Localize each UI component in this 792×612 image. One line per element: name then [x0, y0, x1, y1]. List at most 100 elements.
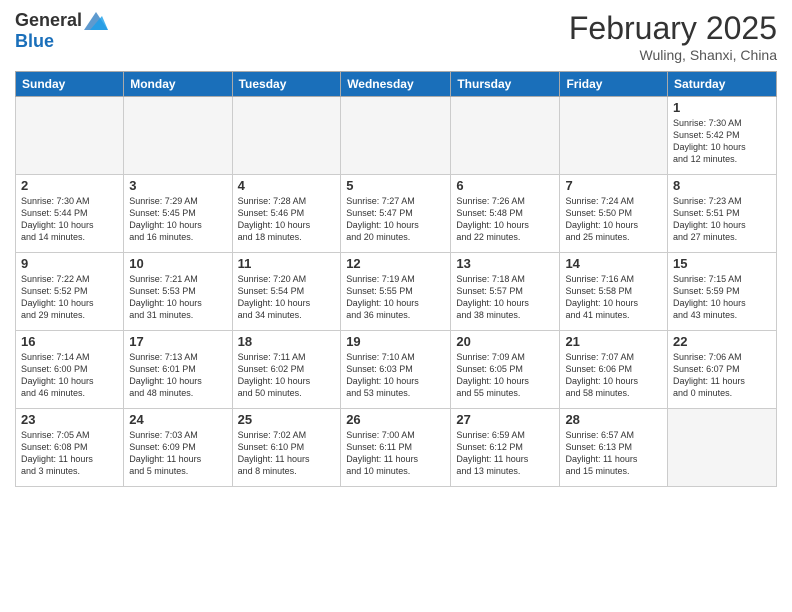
day-number: 14	[565, 256, 662, 271]
calendar-day	[451, 97, 560, 175]
calendar-day: 5 Sunrise: 7:27 AM Sunset: 5:47 PM Daylig…	[341, 175, 451, 253]
day-info: Sunrise: 7:11 AM Sunset: 6:02 PM Dayligh…	[238, 351, 336, 400]
logo-general-text: General	[15, 10, 82, 31]
day-number: 11	[238, 256, 336, 271]
calendar-day: 26Sunrise: 7:00 AM Sunset: 6:11 PM Dayli…	[341, 409, 451, 487]
day-info: Sunrise: 7:05 AM Sunset: 6:08 PM Dayligh…	[21, 429, 118, 478]
day-info: Sunrise: 7:29 AM Sunset: 5:45 PM Dayligh…	[129, 195, 226, 244]
day-info: Sunrise: 7:23 AM Sunset: 5:51 PM Dayligh…	[673, 195, 771, 244]
day-number: 19	[346, 334, 445, 349]
calendar-day	[560, 97, 668, 175]
day-info: Sunrise: 7:06 AM Sunset: 6:07 PM Dayligh…	[673, 351, 771, 400]
calendar-day: 25 Sunrise: 7:02 AM Sunset: 6:10 PM Dayli…	[232, 409, 341, 487]
day-number: 27	[456, 412, 554, 427]
day-number: 9	[21, 256, 118, 271]
day-info: Sunrise: 7:14 AM Sunset: 6:00 PM Dayligh…	[21, 351, 118, 400]
col-friday: Friday	[560, 72, 668, 97]
month-title: February 2025	[569, 10, 777, 47]
day-info: Sunrise: 7:03 AM Sunset: 6:09 PM Dayligh…	[129, 429, 226, 478]
calendar-day: 15 Sunrise: 7:15 AM Sunset: 5:59 PM Dayli…	[668, 253, 777, 331]
day-info: Sunrise: 7:24 AM Sunset: 5:50 PM Dayligh…	[565, 195, 662, 244]
calendar-day: 18 Sunrise: 7:11 AM Sunset: 6:02 PM Dayli…	[232, 331, 341, 409]
col-monday: Monday	[124, 72, 232, 97]
calendar-week-row: 9 Sunrise: 7:22 AM Sunset: 5:52 PM Daylig…	[16, 253, 777, 331]
day-info: Sunrise: 7:21 AM Sunset: 5:53 PM Dayligh…	[129, 273, 226, 322]
calendar-day: 21Sunrise: 7:07 AM Sunset: 6:06 PM Dayli…	[560, 331, 668, 409]
day-number: 15	[673, 256, 771, 271]
day-info: Sunrise: 6:59 AM Sunset: 6:12 PM Dayligh…	[456, 429, 554, 478]
calendar-week-row: 16 Sunrise: 7:14 AM Sunset: 6:00 PM Dayli…	[16, 331, 777, 409]
day-number: 18	[238, 334, 336, 349]
calendar-day	[232, 97, 341, 175]
day-number: 7	[565, 178, 662, 193]
col-saturday: Saturday	[668, 72, 777, 97]
day-number: 12	[346, 256, 445, 271]
logo-icon	[84, 12, 108, 30]
day-info: Sunrise: 7:07 AM Sunset: 6:06 PM Dayligh…	[565, 351, 662, 400]
day-info: Sunrise: 7:30 AM Sunset: 5:44 PM Dayligh…	[21, 195, 118, 244]
day-number: 3	[129, 178, 226, 193]
logo-blue-text: Blue	[15, 31, 54, 51]
col-thursday: Thursday	[451, 72, 560, 97]
day-number: 23	[21, 412, 118, 427]
day-info: Sunrise: 7:09 AM Sunset: 6:05 PM Dayligh…	[456, 351, 554, 400]
calendar-day: 12 Sunrise: 7:19 AM Sunset: 5:55 PM Dayli…	[341, 253, 451, 331]
day-info: Sunrise: 7:15 AM Sunset: 5:59 PM Dayligh…	[673, 273, 771, 322]
day-number: 5	[346, 178, 445, 193]
calendar-day: 22Sunrise: 7:06 AM Sunset: 6:07 PM Dayli…	[668, 331, 777, 409]
day-info: Sunrise: 7:28 AM Sunset: 5:46 PM Dayligh…	[238, 195, 336, 244]
calendar-day	[341, 97, 451, 175]
location-subtitle: Wuling, Shanxi, China	[569, 47, 777, 63]
calendar-day: 11 Sunrise: 7:20 AM Sunset: 5:54 PM Dayli…	[232, 253, 341, 331]
calendar-day: 13Sunrise: 7:18 AM Sunset: 5:57 PM Dayli…	[451, 253, 560, 331]
calendar-day: 6 Sunrise: 7:26 AM Sunset: 5:48 PM Daylig…	[451, 175, 560, 253]
calendar-day: 28 Sunrise: 6:57 AM Sunset: 6:13 PM Dayli…	[560, 409, 668, 487]
title-block: February 2025 Wuling, Shanxi, China	[569, 10, 777, 63]
day-info: Sunrise: 7:19 AM Sunset: 5:55 PM Dayligh…	[346, 273, 445, 322]
calendar-day: 16 Sunrise: 7:14 AM Sunset: 6:00 PM Dayli…	[16, 331, 124, 409]
day-info: Sunrise: 7:22 AM Sunset: 5:52 PM Dayligh…	[21, 273, 118, 322]
page-header: General Blue February 2025 Wuling, Shanx…	[15, 10, 777, 63]
day-info: Sunrise: 7:02 AM Sunset: 6:10 PM Dayligh…	[238, 429, 336, 478]
calendar-day	[668, 409, 777, 487]
day-number: 24	[129, 412, 226, 427]
calendar-day: 27 Sunrise: 6:59 AM Sunset: 6:12 PM Dayli…	[451, 409, 560, 487]
day-number: 16	[21, 334, 118, 349]
day-number: 6	[456, 178, 554, 193]
calendar-day	[16, 97, 124, 175]
day-info: Sunrise: 6:57 AM Sunset: 6:13 PM Dayligh…	[565, 429, 662, 478]
calendar-day: 7 Sunrise: 7:24 AM Sunset: 5:50 PM Daylig…	[560, 175, 668, 253]
day-number: 2	[21, 178, 118, 193]
day-number: 4	[238, 178, 336, 193]
calendar-day: 3 Sunrise: 7:29 AM Sunset: 5:45 PM Daylig…	[124, 175, 232, 253]
day-number: 25	[238, 412, 336, 427]
calendar-day: 10 Sunrise: 7:21 AM Sunset: 5:53 PM Dayli…	[124, 253, 232, 331]
calendar-day: 24 Sunrise: 7:03 AM Sunset: 6:09 PM Dayli…	[124, 409, 232, 487]
calendar-day: 20Sunrise: 7:09 AM Sunset: 6:05 PM Dayli…	[451, 331, 560, 409]
day-number: 1	[673, 100, 771, 115]
calendar-week-row: 1 Sunrise: 7:30 AM Sunset: 5:42 PM Daylig…	[16, 97, 777, 175]
calendar-day: 14Sunrise: 7:16 AM Sunset: 5:58 PM Dayli…	[560, 253, 668, 331]
calendar-day: 23 Sunrise: 7:05 AM Sunset: 6:08 PM Dayli…	[16, 409, 124, 487]
calendar-header-row: Sunday Monday Tuesday Wednesday Thursday…	[16, 72, 777, 97]
day-info: Sunrise: 7:30 AM Sunset: 5:42 PM Dayligh…	[673, 117, 771, 166]
day-info: Sunrise: 7:27 AM Sunset: 5:47 PM Dayligh…	[346, 195, 445, 244]
day-info: Sunrise: 7:20 AM Sunset: 5:54 PM Dayligh…	[238, 273, 336, 322]
calendar-day	[124, 97, 232, 175]
calendar-day: 9 Sunrise: 7:22 AM Sunset: 5:52 PM Daylig…	[16, 253, 124, 331]
day-number: 13	[456, 256, 554, 271]
day-info: Sunrise: 7:00 AM Sunset: 6:11 PM Dayligh…	[346, 429, 445, 478]
calendar-week-row: 23 Sunrise: 7:05 AM Sunset: 6:08 PM Dayli…	[16, 409, 777, 487]
day-number: 28	[565, 412, 662, 427]
day-number: 10	[129, 256, 226, 271]
day-info: Sunrise: 7:26 AM Sunset: 5:48 PM Dayligh…	[456, 195, 554, 244]
calendar-week-row: 2 Sunrise: 7:30 AM Sunset: 5:44 PM Daylig…	[16, 175, 777, 253]
calendar-day: 1 Sunrise: 7:30 AM Sunset: 5:42 PM Daylig…	[668, 97, 777, 175]
calendar-day: 19 Sunrise: 7:10 AM Sunset: 6:03 PM Dayli…	[341, 331, 451, 409]
logo: General Blue	[15, 10, 108, 52]
calendar-day: 4 Sunrise: 7:28 AM Sunset: 5:46 PM Daylig…	[232, 175, 341, 253]
calendar-day: 8Sunrise: 7:23 AM Sunset: 5:51 PM Daylig…	[668, 175, 777, 253]
col-wednesday: Wednesday	[341, 72, 451, 97]
day-info: Sunrise: 7:10 AM Sunset: 6:03 PM Dayligh…	[346, 351, 445, 400]
day-info: Sunrise: 7:13 AM Sunset: 6:01 PM Dayligh…	[129, 351, 226, 400]
